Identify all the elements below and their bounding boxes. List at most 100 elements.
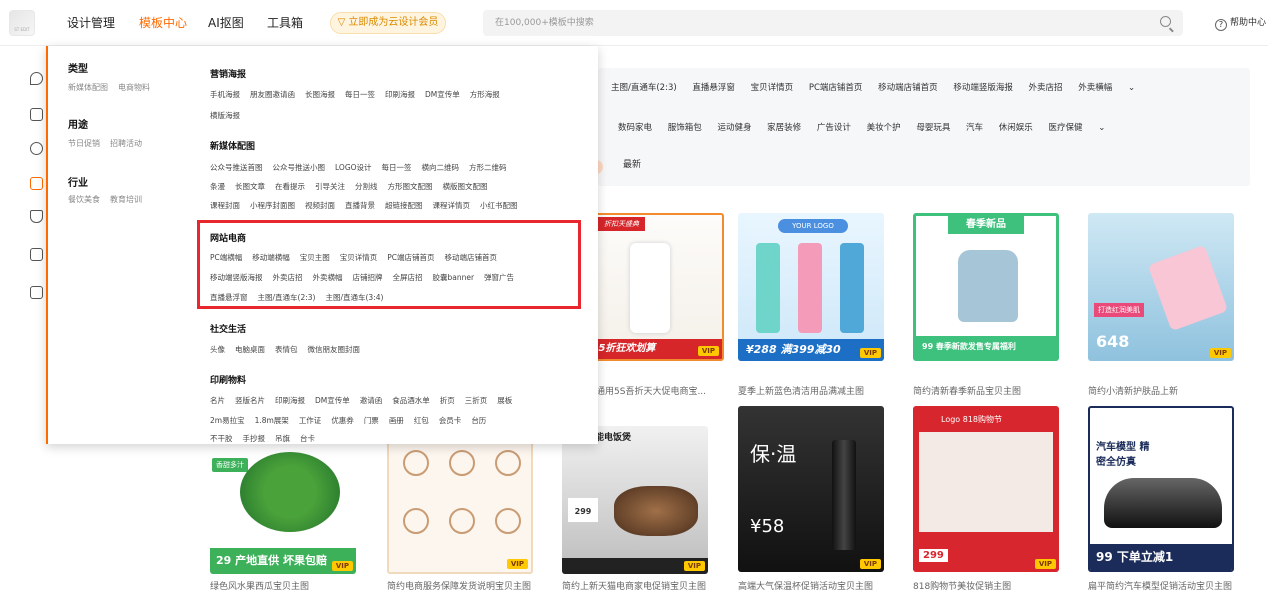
filter-chip[interactable]: 移动端竖版海报 [953,83,1013,93]
menu-link[interactable]: 宝贝详情页 [340,253,378,262]
card-caption[interactable]: 简约小清新护肤品上新 [1088,384,1238,397]
menu-link[interactable]: 每日一签 [345,90,375,99]
template-card[interactable]: 春季新品 99 春季新款发售专属福利 [913,213,1059,361]
template-card[interactable]: 打造红润美肌 648 VIP [1088,213,1234,361]
menu-link[interactable]: 方形海报 [470,90,500,99]
template-card[interactable]: 保·温 ¥58 VIP [738,406,884,572]
menu-link[interactable]: 外卖店招 [273,273,303,282]
menu-link[interactable]: 移动端横幅 [252,253,290,262]
document-icon[interactable] [30,248,43,261]
group-link[interactable]: 教育培训 [110,195,142,204]
menu-link[interactable]: 在看提示 [275,182,305,191]
menu-link[interactable]: 展板 [497,396,512,405]
menu-link[interactable]: DM宣传单 [315,396,350,405]
template-card[interactable]: VIP [387,426,533,574]
menu-link[interactable]: 外卖横幅 [313,273,343,282]
menu-link[interactable]: 全屏店招 [393,273,423,282]
menu-link[interactable]: 宝贝主图 [300,253,330,262]
menu-link[interactable]: 课程详情页 [433,201,471,210]
filter-chip[interactable]: 广告设计 [817,123,851,133]
filter-chip[interactable]: 数码家电 [618,123,652,133]
menu-link[interactable]: 电脑桌面 [235,345,265,354]
menu-link[interactable]: 不干胶 [210,434,233,443]
menu-link[interactable]: 红包 [414,416,429,425]
template-card[interactable]: 智能电饭煲 299 VIP [562,426,708,574]
filter-chip[interactable]: 美妆个护 [867,123,901,133]
search-input[interactable]: 在100,000+模板中搜索 [483,10,1183,36]
search-icon[interactable] [1160,16,1171,27]
nav-template-center[interactable]: 模板中心 [139,0,187,46]
menu-link[interactable]: 每日一签 [382,163,412,172]
filter-chip[interactable]: 汽车 [966,123,983,133]
menu-link[interactable]: 公众号推送首图 [210,163,263,172]
menu-link[interactable]: 条漫 [210,182,225,191]
group-link[interactable]: 节日促销 [68,139,100,148]
menu-link[interactable]: 头像 [210,345,225,354]
menu-link[interactable]: 主图/直通车(2:3) [258,293,316,302]
menu-link[interactable]: 微信朋友圈封面 [308,345,361,354]
sort-newest[interactable]: 最新 [623,157,641,170]
chevron-down-icon[interactable]: ⌄ [1128,83,1135,93]
filter-chip[interactable]: 运动健身 [717,123,751,133]
filter-chip[interactable]: 主图/直通车(2:3) [611,83,677,93]
filter-chip[interactable]: 移动端店铺首页 [878,83,938,93]
menu-link[interactable]: PC端店铺首页 [387,253,434,262]
menu-link[interactable]: PC端横幅 [210,253,242,262]
menu-link[interactable]: 长图海报 [305,90,335,99]
template-card[interactable]: 香甜多汁 29 产地直供 坏果包赔 VIP [210,426,356,574]
water-drop-icon[interactable] [30,72,43,85]
filter-chip[interactable]: 家居装修 [767,123,801,133]
menu-link[interactable]: 超链接配图 [385,201,423,210]
filter-chip[interactable]: 医疗保健 [1048,123,1082,133]
filter-chip[interactable]: 母婴玩具 [916,123,950,133]
chevron-down-icon[interactable]: ⌄ [1098,123,1105,133]
phone-icon[interactable] [30,108,43,121]
card-caption[interactable]: 简约清新春季新品宝贝主图 [913,384,1063,397]
template-card[interactable]: 折扣天盛典 8 5折狂欢划算 VIP [578,213,724,361]
menu-link[interactable]: 横版图文配图 [443,182,488,191]
menu-link[interactable]: LOGO设计 [335,163,372,172]
group-link[interactable]: 新媒体配图 [68,83,108,92]
menu-link[interactable]: 工作证 [299,416,322,425]
nav-ai-cutout[interactable]: AI抠图 [208,0,244,46]
menu-link[interactable]: 折页 [440,396,455,405]
vip-button[interactable]: ▽ 立即成为云设计会员 [330,12,446,34]
menu-link[interactable]: 优惠券 [331,416,354,425]
cup-icon[interactable] [30,210,43,223]
menu-link[interactable]: 横版海报 [210,111,240,120]
nav-design-manage[interactable]: 设计管理 [67,0,115,46]
menu-link[interactable]: 长图文章 [235,182,265,191]
group-link[interactable]: 招聘活动 [110,139,142,148]
filter-chip[interactable]: 外卖店招 [1029,83,1063,93]
template-card[interactable]: YOUR LOGO ¥288 满399减30 VIP [738,213,884,361]
menu-link[interactable]: 邀请函 [360,396,383,405]
card-caption[interactable]: 简约上新天猫电商家电促销宝贝主图 [562,579,712,592]
menu-link[interactable]: 分割线 [355,182,378,191]
menu-link[interactable]: 画册 [389,416,404,425]
menu-link[interactable]: 课程封面 [210,201,240,210]
filter-chip[interactable]: 宝贝详情页 [751,83,794,93]
card-caption[interactable]: 绿色风水果西瓜宝贝主图 [210,579,360,592]
menu-link[interactable]: 移动端竖版海报 [210,273,263,282]
card-caption[interactable]: 简约电商服务保障发货说明宝贝主图 [387,579,537,592]
menu-link[interactable]: 台历 [471,416,486,425]
logo[interactable]: ST EDIT [9,10,35,36]
filter-chip[interactable]: 直播悬浮窗 [692,83,735,93]
menu-link[interactable]: 弹窗广告 [484,273,514,282]
group-link[interactable]: 餐饮美食 [68,195,100,204]
menu-link[interactable]: 主图/直通车(3:4) [325,293,383,302]
menu-link[interactable]: 名片 [210,396,225,405]
chat-icon[interactable] [30,142,43,155]
menu-link[interactable]: 胶囊banner [433,273,475,282]
menu-link[interactable]: 小红书配图 [480,201,518,210]
menu-link[interactable]: 表情包 [275,345,298,354]
menu-link[interactable]: 视频封面 [305,201,335,210]
menu-link[interactable]: 直播背景 [345,201,375,210]
menu-link[interactable]: 小程序封面图 [250,201,295,210]
menu-link[interactable]: 三折页 [465,396,488,405]
card-caption[interactable]: 高端大气保温杯促销活动宝贝主图 [738,579,888,592]
menu-link[interactable]: 食品酒水单 [392,396,430,405]
menu-link[interactable]: 公众号推送小图 [273,163,326,172]
help-center[interactable]: ? 帮助中心 [1215,0,1266,46]
shop-icon[interactable] [30,177,43,190]
